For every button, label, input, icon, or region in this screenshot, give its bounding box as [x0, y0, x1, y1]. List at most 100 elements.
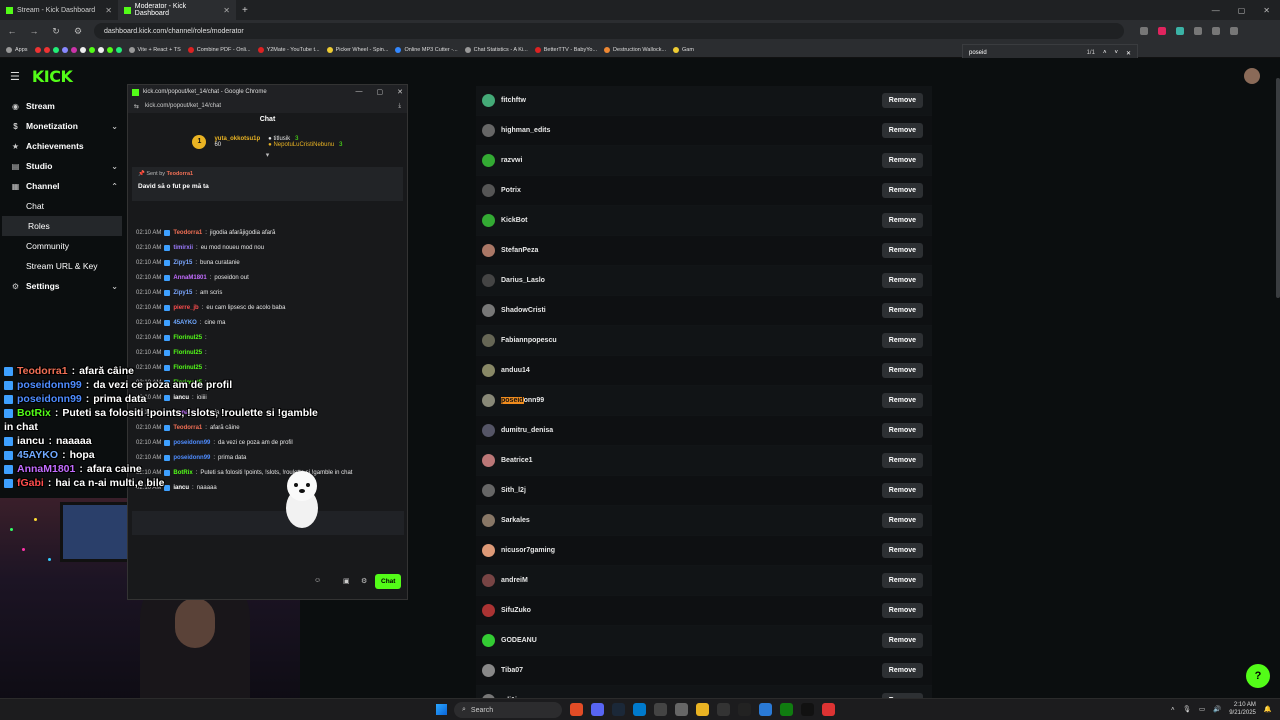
x-icon[interactable] [79, 46, 86, 53]
sidebar-item-settings[interactable]: ⚙ Settings ⌄ [0, 276, 124, 296]
xbox-icon[interactable] [780, 703, 793, 716]
bookmark-item[interactable]: Online MP3 Cutter -... [395, 46, 458, 53]
app-icon[interactable] [759, 703, 772, 716]
new-tab-icon[interactable]: + [236, 5, 254, 16]
app-icon[interactable] [675, 703, 688, 716]
sidebar-item-monetization[interactable]: $ Monetization ⌄ [0, 116, 124, 136]
remove-moderator-button[interactable]: Remove [881, 153, 923, 168]
remove-moderator-button[interactable]: Remove [881, 543, 923, 558]
forward-icon[interactable]: → [28, 26, 40, 36]
close-tab-icon[interactable]: ✕ [105, 6, 112, 15]
chevron-up-icon[interactable]: ˄ [1171, 706, 1175, 713]
message-user[interactable]: AnnaM1801 [173, 275, 206, 281]
instagram-icon[interactable] [70, 46, 77, 53]
moderator-name[interactable]: anduu14 [501, 367, 530, 374]
remove-moderator-button[interactable]: Remove [881, 513, 923, 528]
menu-icon[interactable]: ☰ [10, 70, 20, 83]
moderator-name[interactable]: ShadowCristi [501, 307, 546, 314]
page-scrollbar[interactable] [1276, 78, 1280, 298]
minimize-icon[interactable]: — [356, 88, 363, 96]
avatar[interactable] [1244, 68, 1260, 84]
moderator-name[interactable]: KickBot [501, 217, 527, 224]
remove-moderator-button[interactable]: Remove [881, 183, 923, 198]
message-user[interactable]: Zipy15 [173, 260, 192, 266]
bookmark-item[interactable]: Destruction Wallock... [604, 46, 666, 53]
message-user[interactable]: Zipy15 [173, 290, 192, 296]
kick-icon[interactable] [106, 46, 113, 53]
network-icon[interactable]: ▭ [1199, 705, 1205, 713]
maximize-icon[interactable]: ▢ [377, 88, 384, 96]
tab-moderator[interactable]: Moderator - Kick Dashboard ✕ [118, 0, 236, 20]
message-user[interactable]: Teodorra1 [173, 230, 202, 236]
sidebar-item-achievements[interactable]: ★ Achievements [0, 136, 124, 156]
close-tab-icon[interactable]: ✕ [223, 6, 230, 15]
bookmark-item[interactable]: Y2Mate - YouTube t... [257, 46, 320, 53]
sidebar-item-chat[interactable]: Chat [0, 196, 124, 216]
bookmark-icon[interactable] [115, 46, 122, 53]
remove-moderator-button[interactable]: Remove [881, 393, 923, 408]
extension-icon[interactable] [1158, 27, 1166, 35]
remove-moderator-button[interactable]: Remove [881, 123, 923, 138]
moderator-name[interactable]: Beatrice1 [501, 457, 533, 464]
site-info-icon[interactable]: ⇆ [134, 103, 139, 110]
remove-moderator-button[interactable]: Remove [881, 303, 923, 318]
moderator-name[interactable]: andreiM [501, 577, 528, 584]
moderator-name[interactable]: nicusor7gaming [501, 547, 555, 554]
bookmark-item[interactable]: Combine PDF - Onli... [187, 46, 251, 53]
moderator-name[interactable]: Fabiannpopescu [501, 337, 557, 344]
find-close-icon[interactable]: ✕ [1126, 50, 1131, 57]
moderator-name[interactable]: GODEANU [501, 637, 537, 644]
download-icon[interactable] [1212, 27, 1220, 35]
bookmark-item[interactable]: Vite + React + TS [128, 46, 181, 53]
find-prev-icon[interactable]: ˄ [1103, 50, 1107, 56]
message-user[interactable]: Florinul25 [173, 350, 202, 356]
app-icon[interactable] [822, 703, 835, 716]
chrome-icon[interactable] [570, 703, 583, 716]
address-bar[interactable]: dashboard.kick.com/channel/roles/moderat… [94, 23, 1124, 39]
support-chat-icon[interactable]: ? [1246, 664, 1270, 688]
extension-icon[interactable] [1176, 27, 1184, 35]
kick-logo[interactable]: KICK [32, 67, 73, 86]
remove-moderator-button[interactable]: Remove [881, 633, 923, 648]
remove-moderator-button[interactable]: Remove [881, 573, 923, 588]
close-window-icon[interactable]: ✕ [1263, 6, 1270, 15]
remove-moderator-button[interactable]: Remove [881, 483, 923, 498]
remove-moderator-button[interactable]: Remove [881, 453, 923, 468]
message-user[interactable]: timirxii [173, 245, 193, 251]
profile-icon[interactable] [1230, 27, 1238, 35]
download-icon[interactable]: ⤓ [398, 103, 401, 110]
volume-icon[interactable]: 🔊 [1213, 705, 1221, 713]
vscode-icon[interactable] [633, 703, 646, 716]
leader-third[interactable]: ● NepotuLuCristiNebunu 3 [268, 142, 342, 148]
star-icon[interactable] [1140, 27, 1148, 35]
remove-moderator-button[interactable]: Remove [881, 243, 923, 258]
moderator-name[interactable]: dumitru_denisa [501, 427, 553, 434]
reload-icon[interactable]: ↻ [50, 26, 62, 37]
pinned-user[interactable]: Teodorra1 [167, 171, 194, 177]
bookmark-item[interactable]: Picker Wheel - Spin... [326, 46, 388, 53]
bookmark-item[interactable]: Gam [673, 46, 694, 53]
close-window-icon[interactable]: ✕ [397, 88, 403, 96]
app-icon[interactable] [717, 703, 730, 716]
moderator-name[interactable]: Darius_Laslo [501, 277, 545, 284]
sidebar-item-stream[interactable]: ◉ Stream [0, 96, 124, 116]
emote-icon[interactable]: ☺ [314, 577, 321, 584]
discord-icon[interactable] [61, 46, 68, 53]
sidebar-item-stream-url[interactable]: Stream URL & Key [0, 256, 124, 276]
remove-moderator-button[interactable]: Remove [881, 213, 923, 228]
leaderboard-toggle-icon[interactable]: ▾ [128, 151, 407, 159]
youtube-icon[interactable] [34, 46, 41, 53]
chat-input[interactable] [132, 511, 404, 535]
steam-icon[interactable] [612, 703, 625, 716]
gear-icon[interactable]: ⚙ [361, 577, 367, 585]
gift-icon[interactable]: ▣ [343, 577, 350, 585]
clock[interactable]: 2:10 AM 9/21/2025 [1229, 701, 1256, 717]
moderator-name[interactable]: Tiba07 [501, 667, 523, 674]
remove-moderator-button[interactable]: Remove [881, 423, 923, 438]
moderator-name[interactable]: Sith_l2j [501, 487, 526, 494]
back-icon[interactable]: ← [6, 26, 18, 36]
tab-stream[interactable]: Stream - Kick Dashboard ✕ [0, 0, 118, 20]
windows-start-icon[interactable] [436, 704, 447, 715]
discord-icon[interactable] [591, 703, 604, 716]
sidebar-item-community[interactable]: Community [0, 236, 124, 256]
